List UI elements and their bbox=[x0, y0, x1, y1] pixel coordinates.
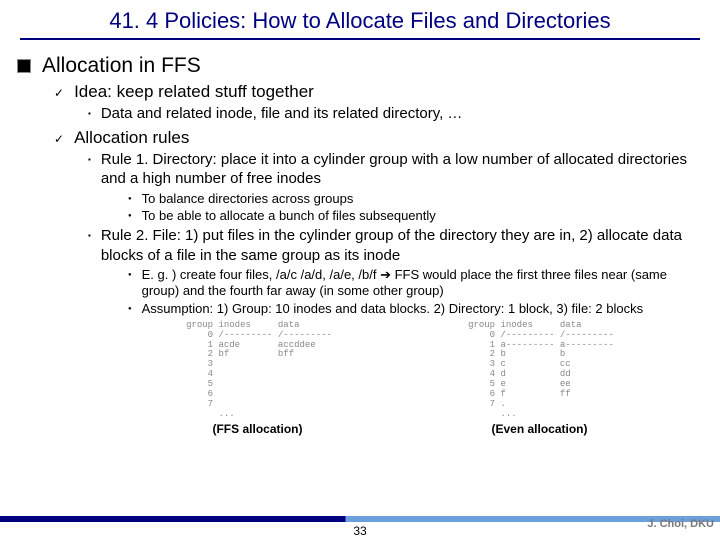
dot-icon: ● bbox=[128, 196, 132, 204]
lvl3-text: Data and related inode, file and its rel… bbox=[101, 104, 463, 124]
bullet-lvl2: ✓ Idea: keep related stuff together bbox=[54, 82, 702, 102]
caption-even: (Even allocation) bbox=[491, 422, 587, 436]
lvl4-text: E. g. ) create four files, /a/c /a/d, /a… bbox=[142, 267, 702, 300]
lvl4-text: Assumption: 1) Group: 10 inodes and data… bbox=[142, 301, 643, 317]
bullet-lvl1: Allocation in FFS bbox=[18, 54, 702, 78]
author-credit: J. Choi, DKU bbox=[647, 518, 714, 530]
ffs-allocation-table: group inodes data 0 /--------- /--------… bbox=[186, 321, 332, 420]
bullet-lvl3: ▪ Rule 1. Directory: place it into a cyl… bbox=[88, 150, 702, 189]
check-icon: ✓ bbox=[54, 86, 64, 100]
slide-title: 41. 4 Policies: How to Allocate Files an… bbox=[0, 0, 720, 38]
lvl2-text: Allocation rules bbox=[74, 128, 189, 148]
check-icon: ✓ bbox=[54, 132, 64, 146]
lvl3-text: Rule 1. Directory: place it into a cylin… bbox=[101, 150, 702, 189]
small-square-icon: ▪ bbox=[88, 155, 91, 165]
bullet-lvl4: ● To be able to allocate a bunch of file… bbox=[128, 208, 702, 224]
captions-row: (FFS allocation) (Even allocation) bbox=[118, 422, 682, 436]
bullet-lvl3: ▪ Data and related inode, file and its r… bbox=[88, 104, 702, 124]
lvl4-text: To balance directories across groups bbox=[142, 191, 354, 207]
dot-icon: ● bbox=[128, 213, 132, 221]
lvl4-text: To be able to allocate a bunch of files … bbox=[142, 208, 436, 224]
bullet-lvl4: ● E. g. ) create four files, /a/c /a/d, … bbox=[128, 267, 702, 300]
bullet-lvl2: ✓ Allocation rules bbox=[54, 128, 702, 148]
bullet-lvl4: ● Assumption: 1) Group: 10 inodes and da… bbox=[128, 301, 702, 317]
lvl2-text: Idea: keep related stuff together bbox=[74, 82, 314, 102]
lvl1-text: Allocation in FFS bbox=[42, 54, 201, 78]
page-number: 33 bbox=[0, 524, 720, 538]
bullet-lvl4: ● To balance directories across groups bbox=[128, 191, 702, 207]
small-square-icon: ▪ bbox=[88, 231, 91, 241]
lvl3-text: Rule 2. File: 1) put files in the cylind… bbox=[101, 226, 702, 265]
bullet-lvl3: ▪ Rule 2. File: 1) put files in the cyli… bbox=[88, 226, 702, 265]
arrow-right-icon: ➔ bbox=[380, 267, 391, 282]
tables-row: group inodes data 0 /--------- /--------… bbox=[118, 321, 682, 420]
slide-body: Allocation in FFS ✓ Idea: keep related s… bbox=[0, 40, 720, 436]
caption-ffs: (FFS allocation) bbox=[212, 422, 302, 436]
dot-icon: ● bbox=[128, 272, 132, 280]
dot-icon: ● bbox=[128, 306, 132, 314]
small-square-icon: ▪ bbox=[88, 109, 91, 119]
slide: 41. 4 Policies: How to Allocate Files an… bbox=[0, 0, 720, 540]
lvl4-part-a: E. g. ) create four files, /a/c /a/d, /a… bbox=[142, 267, 380, 282]
even-allocation-table: group inodes data 0 /--------- /--------… bbox=[468, 321, 614, 420]
footer-bar bbox=[0, 516, 720, 522]
square-bullet-icon bbox=[18, 60, 30, 72]
